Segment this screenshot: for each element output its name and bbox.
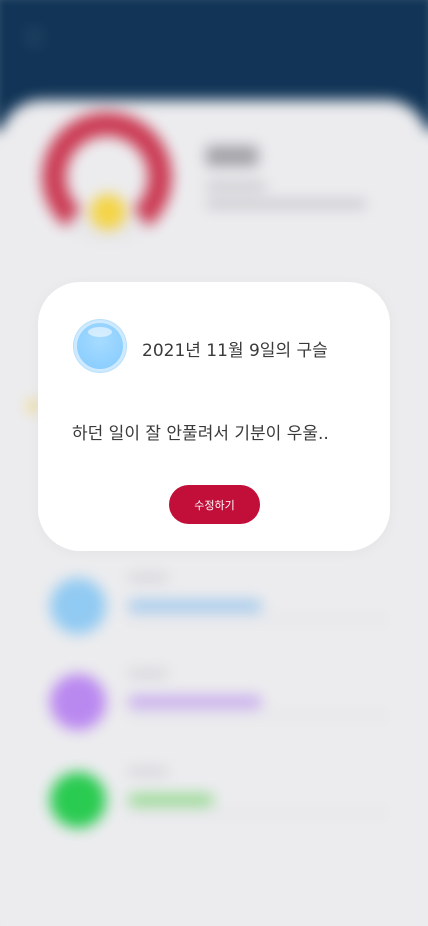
modal-title: 2021년 11월 9일의 구슬	[142, 341, 328, 361]
marble-detail-modal: 2021년 11월 9일의 구슬 하던 일이 잘 안풀려서 기분이 우울.. 수…	[38, 282, 390, 551]
blue-marble-icon	[74, 320, 126, 372]
screen: 2021년 11월 9일의 구슬 하던 일이 잘 안풀려서 기분이 우울.. 수…	[0, 0, 428, 926]
modal-body-text: 하던 일이 잘 안풀려서 기분이 우울..	[72, 424, 329, 444]
edit-button[interactable]: 수정하기	[169, 485, 260, 524]
